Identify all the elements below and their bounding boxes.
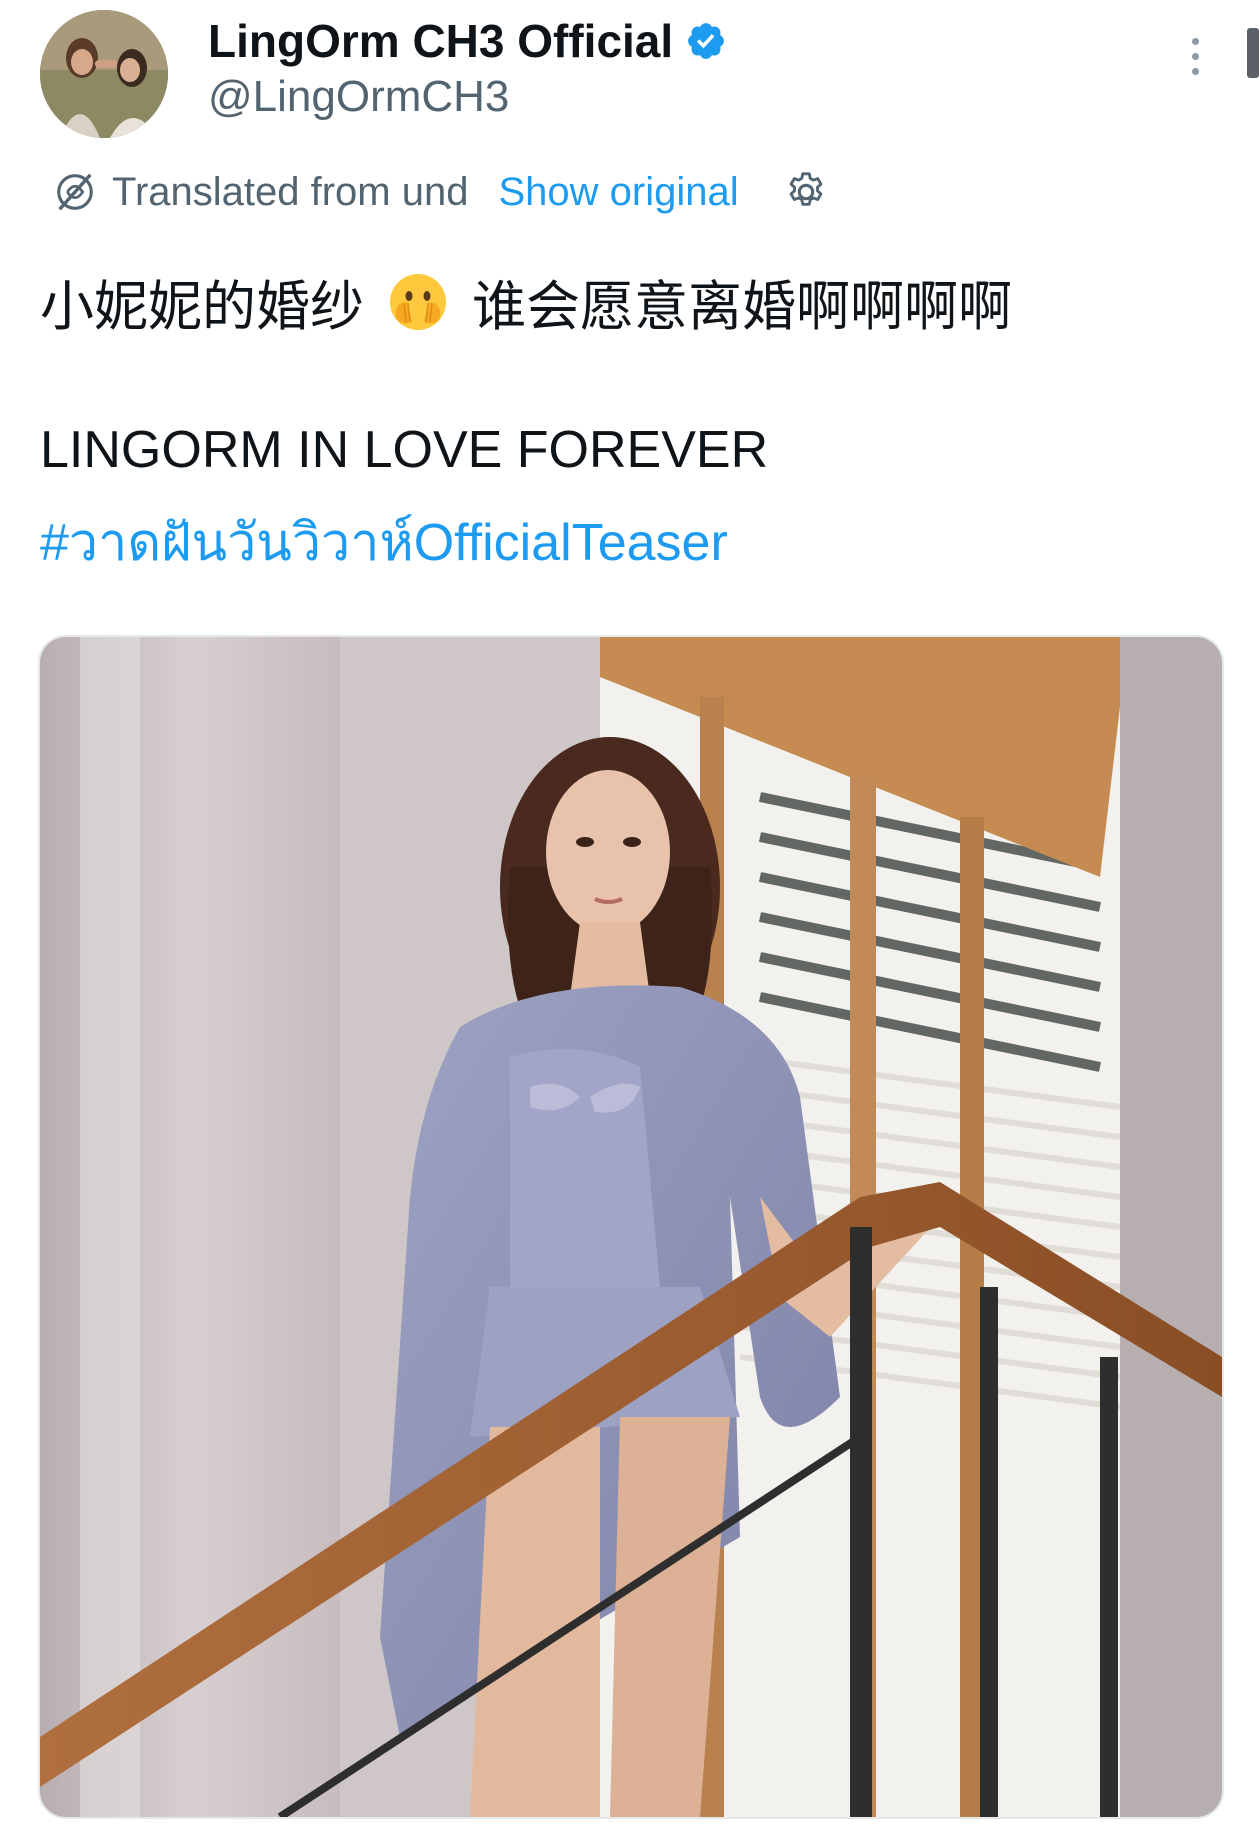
display-name[interactable]: LingOrm CH3 Official: [208, 14, 727, 68]
scrollbar-thumb[interactable]: [1247, 28, 1259, 78]
avatar-photo-icon: [40, 10, 168, 138]
tweet-photo[interactable]: [38, 635, 1224, 1819]
more-dot-icon: [1191, 68, 1199, 75]
tweet-header: LingOrm CH3 Official @LingOrmCH3: [0, 0, 1259, 150]
tweet-text-part2: 谁会愿意离婚啊啊啊啊: [472, 275, 1012, 338]
translated-from-label: Translated from und: [112, 169, 469, 214]
translate-globe-icon: [52, 169, 98, 215]
more-dot-icon: [1191, 38, 1199, 45]
verified-badge-icon[interactable]: [685, 20, 727, 62]
gear-icon[interactable]: [783, 169, 829, 215]
photo-scene: [40, 637, 1222, 1817]
show-original-link[interactable]: Show original: [498, 170, 738, 215]
hashtag-link[interactable]: #วาดฝันวันวิวาห์OfficialTeaser: [40, 500, 728, 583]
translation-bar: Translated from und Show original: [52, 164, 829, 220]
face-hand-over-mouth-icon: [386, 270, 450, 334]
display-name-text: LingOrm CH3 Official: [208, 15, 674, 67]
tweet-text-line2: LINGORM IN LOVE FOREVER: [40, 421, 769, 479]
tweet-text-line1: 小妮妮的婚纱 谁会愿意离婚啊啊啊啊: [40, 262, 1012, 341]
user-handle[interactable]: @LingOrmCH3: [208, 72, 509, 122]
more-dot-icon: [1191, 53, 1199, 60]
more-options-button[interactable]: [1175, 38, 1215, 84]
profile-avatar[interactable]: [40, 10, 168, 138]
tweet-text-part1: 小妮妮的婚纱: [40, 275, 364, 338]
